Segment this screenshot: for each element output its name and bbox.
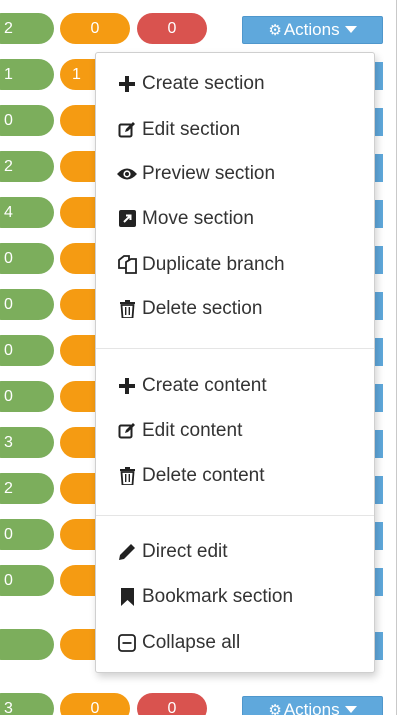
menu-item-delete-section[interactable]: Delete section xyxy=(116,294,262,324)
green-count-badge: 1 xyxy=(0,59,54,90)
menu-item-label: Create section xyxy=(142,73,265,94)
menu-item-label: Preview section xyxy=(142,163,276,184)
menu-item-edit-content[interactable]: Edit content xyxy=(116,416,242,446)
menu-item-label: Move section xyxy=(142,208,254,229)
actions-label: Actions xyxy=(283,700,340,715)
menu-divider xyxy=(96,348,374,349)
red-count-badge: 0 xyxy=(137,13,207,44)
menu-item-label: Bookmark section xyxy=(142,586,294,607)
green-count-badge: 3 xyxy=(0,427,54,458)
green-count-badge: 0 xyxy=(0,289,54,320)
plus-icon xyxy=(116,377,138,394)
eye-icon xyxy=(116,167,138,181)
menu-item-label: Create content xyxy=(142,375,267,396)
green-count-badge: 0 xyxy=(0,243,54,274)
green-count-badge xyxy=(0,629,54,660)
green-count-badge: 2 xyxy=(0,13,54,44)
menu-item-preview-section[interactable]: Preview section xyxy=(116,159,275,189)
menu-item-collapse-all[interactable]: Collapse all xyxy=(116,628,240,658)
green-count-badge: 2 xyxy=(0,473,54,504)
red-count-badge: 0 xyxy=(137,693,207,715)
caret-down-icon xyxy=(344,26,357,33)
green-count-badge: 0 xyxy=(0,519,54,550)
trash-icon xyxy=(116,466,138,485)
bookmark-icon xyxy=(116,587,138,606)
green-count-badge: 4 xyxy=(0,197,54,228)
orange-count-badge: 0 xyxy=(60,693,130,715)
trash-icon xyxy=(116,299,138,318)
duplicate-icon xyxy=(116,255,138,275)
section-row: 2 0 0 ⚙ Actions xyxy=(0,12,396,46)
menu-item-create-content[interactable]: Create content xyxy=(116,371,267,401)
gear-icon: ⚙ xyxy=(268,702,282,715)
edit-icon xyxy=(116,422,138,440)
collapse-icon xyxy=(116,634,138,652)
menu-item-label: Delete content xyxy=(142,465,265,486)
gear-icon: ⚙ xyxy=(268,22,282,39)
menu-item-direct-edit[interactable]: Direct edit xyxy=(116,537,228,567)
orange-count-badge: 0 xyxy=(60,13,130,44)
actions-label: Actions xyxy=(283,20,340,39)
section-row: 3 0 0 ⚙ Actions xyxy=(0,692,396,715)
green-count-badge: 0 xyxy=(0,335,54,366)
green-count-badge: 0 xyxy=(0,105,54,136)
menu-divider xyxy=(96,515,374,516)
menu-item-duplicate-branch[interactable]: Duplicate branch xyxy=(116,250,285,280)
menu-item-label: Edit section xyxy=(142,119,241,140)
green-count-badge: 0 xyxy=(0,565,54,596)
menu-item-edit-section[interactable]: Edit section xyxy=(116,115,240,145)
edit-icon xyxy=(116,121,138,139)
menu-item-label: Collapse all xyxy=(142,632,241,653)
menu-item-create-section[interactable]: Create section xyxy=(116,69,265,99)
menu-item-move-section[interactable]: Move section xyxy=(116,204,254,234)
section-tree: 2 0 0 ⚙ Actions 1 1 0 2 4 0 0 0 0 3 2 0 … xyxy=(0,0,397,715)
menu-item-delete-content[interactable]: Delete content xyxy=(116,461,265,491)
green-count-badge: 3 xyxy=(0,693,54,715)
actions-dropdown-button[interactable]: ⚙ Actions xyxy=(242,16,383,44)
pencil-icon xyxy=(116,543,138,561)
menu-item-label: Edit content xyxy=(142,420,243,441)
caret-down-icon xyxy=(344,706,357,713)
actions-dropdown-menu: Create section Edit section Preview sect… xyxy=(95,52,375,673)
green-count-badge: 0 xyxy=(0,381,54,412)
move-icon xyxy=(116,210,138,228)
menu-item-bookmark-section[interactable]: Bookmark section xyxy=(116,582,293,612)
actions-dropdown-button[interactable]: ⚙ Actions xyxy=(242,696,383,715)
menu-item-label: Direct edit xyxy=(142,541,228,562)
menu-item-label: Duplicate branch xyxy=(142,254,285,275)
green-count-badge: 2 xyxy=(0,151,54,182)
menu-item-label: Delete section xyxy=(142,298,263,319)
plus-icon xyxy=(116,75,138,92)
